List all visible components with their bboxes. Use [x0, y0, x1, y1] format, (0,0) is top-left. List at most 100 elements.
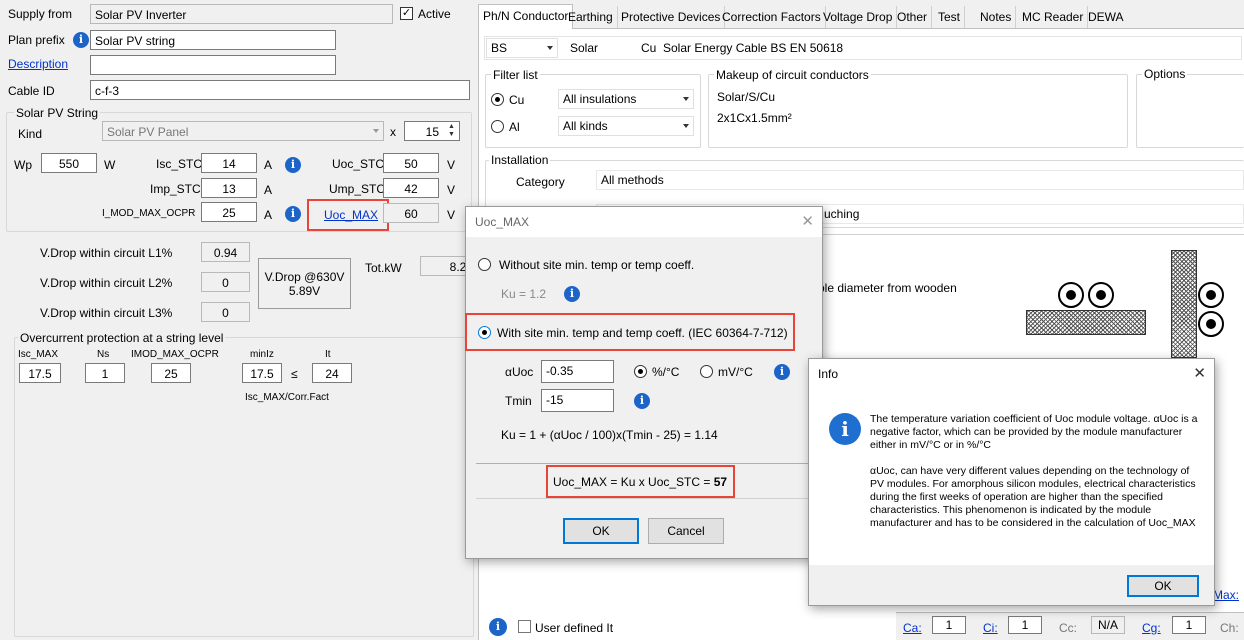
wp-field[interactable]: 550 [41, 153, 97, 173]
ca-link[interactable]: Ca: [903, 621, 922, 635]
plan-prefix-info-icon[interactable]: i [73, 32, 89, 48]
description-field[interactable] [90, 55, 336, 75]
ci-field[interactable]: 1 [1008, 616, 1042, 634]
radio-with-site-temp[interactable] [478, 326, 491, 339]
stepper-arrows-icon[interactable]: ▲ ▼ [448, 123, 455, 139]
ocp-ns-field[interactable]: 1 [85, 363, 125, 383]
tab-correction-factors[interactable]: Correction Factors [718, 6, 826, 28]
description-link[interactable]: Description [8, 57, 68, 71]
max-link[interactable]: Max: [1213, 588, 1239, 602]
imod-unit: A [264, 208, 273, 222]
filter-list-title: Filter list [491, 68, 540, 82]
cg-field[interactable]: 1 [1172, 616, 1206, 634]
install-description: ble diameter from wooden [818, 281, 957, 295]
kind-label: Kind [18, 127, 43, 141]
category-select[interactable]: All methods [596, 170, 1244, 190]
chevron-down-icon [683, 97, 689, 101]
plan-prefix-label: Plan prefix [8, 33, 65, 47]
ump-stc-field[interactable]: 42 [383, 178, 439, 198]
radio-cu-label: Cu [509, 93, 525, 107]
ocp-leq-symbol: ≤ [291, 367, 298, 381]
radio-without-site-temp[interactable] [478, 258, 491, 271]
info-dialog: Info ✕ i The temperature variation coeff… [808, 358, 1215, 606]
tmin-field[interactable]: -15 [541, 389, 614, 412]
imod-label: I_MOD_MAX_OCPR [102, 208, 196, 219]
isc-info-icon[interactable]: i [285, 157, 301, 173]
tab-mc-reader[interactable]: MC Reader [1018, 6, 1089, 28]
cable-id-field[interactable]: c-f-3 [90, 80, 470, 100]
tmin-label: Tmin [505, 394, 532, 408]
user-defined-info-icon[interactable]: i [489, 618, 507, 636]
ca-field[interactable]: 1 [932, 616, 966, 634]
left-panel: Supply from Solar PV Inverter ✓ Active P… [0, 0, 478, 640]
uoc-stc-field[interactable]: 50 [383, 153, 439, 173]
result-value: 57 [713, 475, 728, 489]
uoc-max-unit: V [447, 208, 456, 222]
tab-notes[interactable]: Notes [976, 6, 1017, 28]
ocp-it-field[interactable]: 24 [312, 363, 352, 383]
options-group [1136, 74, 1244, 148]
ump-stc-unit: V [447, 183, 456, 197]
user-defined-checkbox[interactable] [518, 620, 531, 633]
radio-unit-mv[interactable] [700, 365, 713, 378]
ku-info-icon[interactable]: i [564, 286, 580, 302]
plan-prefix-field[interactable]: Solar PV string [90, 30, 336, 50]
ocp-it-label: It [325, 349, 331, 360]
info-paragraph-2: αUoc, can have very different values dep… [870, 465, 1196, 529]
cc-field: N/A [1091, 616, 1125, 634]
imp-stc-field[interactable]: 13 [201, 178, 257, 198]
ocp-isc-max-field[interactable]: 17.5 [19, 363, 61, 383]
close-icon[interactable]: ✕ [801, 212, 814, 230]
kinds-select[interactable]: All kinds [558, 116, 694, 136]
cable-core-3 [1198, 282, 1224, 308]
uoc-max-field[interactable]: 60 [383, 203, 439, 223]
cg-link[interactable]: Cg: [1142, 621, 1161, 635]
standard-select[interactable]: BS [486, 38, 558, 58]
chevron-down-icon [547, 46, 553, 50]
isc-stc-field[interactable]: 14 [201, 153, 257, 173]
info-dialog-titlebar: Info ✕ [809, 359, 1214, 389]
makeup-line2: 2x1Cx1.5mm² [717, 111, 792, 125]
makeup-line1: Solar/S/Cu [717, 90, 776, 104]
tab-voltage-drop[interactable]: Voltage Drop [819, 6, 898, 28]
ch-label: Ch: [1220, 621, 1239, 635]
wooden-wall-vertical-hatch [1171, 250, 1197, 358]
radio-unit-pct[interactable] [634, 365, 647, 378]
ci-link[interactable]: Ci: [983, 621, 998, 635]
tab-other[interactable]: Other [893, 6, 933, 28]
chevron-down-icon [373, 129, 379, 133]
auoc-label: αUoc [505, 365, 534, 379]
tmin-info-icon[interactable]: i [634, 393, 650, 409]
uoc-max-dialog: Uoc_MAX ✕ Without site min. temp or temp… [465, 206, 823, 559]
uoc-max-highlight [307, 199, 389, 231]
active-label: Active [418, 7, 451, 21]
installation-title: Installation [489, 153, 551, 167]
active-checkbox[interactable]: ✓ [400, 7, 413, 20]
vdrop-l2-label: V.Drop within circuit L2% [40, 276, 173, 290]
tab-ph-n-conductor[interactable]: Ph/N Conductor [478, 4, 574, 29]
ocp-imod-field[interactable]: 25 [151, 363, 191, 383]
kind-select[interactable]: Solar PV Panel [102, 121, 384, 141]
vdrop-l3-label: V.Drop within circuit L3% [40, 306, 173, 320]
info-ok-button[interactable]: OK [1127, 575, 1199, 597]
radio-al[interactable] [491, 120, 504, 133]
tab-dewa[interactable]: DEWA [1084, 6, 1128, 28]
radio-cu[interactable] [491, 93, 504, 106]
insulation-select[interactable]: All insulations [558, 89, 694, 109]
auoc-field[interactable]: -0.35 [541, 360, 614, 383]
imod-info-icon[interactable]: i [285, 206, 301, 222]
auoc-info-icon[interactable]: i [774, 364, 790, 380]
supply-from-field[interactable]: Solar PV Inverter [90, 4, 393, 24]
cable-type: Solar [570, 41, 599, 55]
supply-from-label: Supply from [8, 7, 73, 21]
ocp-minlz-label: minIz [250, 349, 274, 360]
tab-test[interactable]: Test [934, 6, 966, 28]
ok-button[interactable]: OK [563, 518, 639, 544]
close-icon[interactable]: ✕ [1193, 364, 1206, 382]
tab-protective-devices[interactable]: Protective Devices [617, 6, 726, 28]
ku-label: Ku = 1.2 [501, 287, 547, 301]
imod-field[interactable]: 25 [201, 202, 257, 222]
tab-earthing[interactable]: Earthing [564, 6, 618, 28]
cancel-button[interactable]: Cancel [648, 518, 724, 544]
